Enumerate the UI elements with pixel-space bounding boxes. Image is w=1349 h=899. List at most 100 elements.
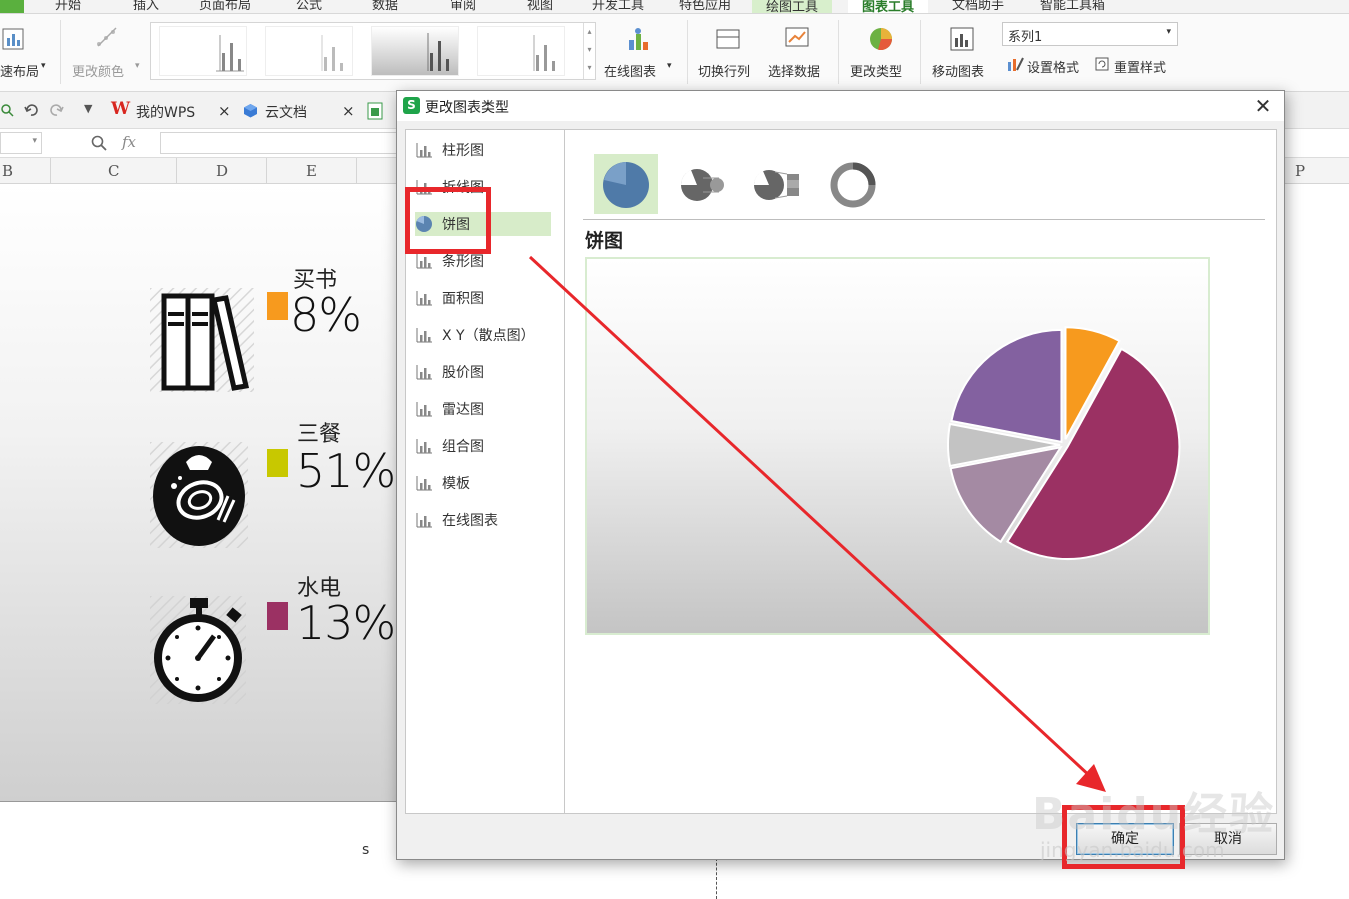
- tab-my-wps[interactable]: 我的WPS: [136, 102, 195, 122]
- chart-type-item[interactable]: X Y（散点图）: [415, 323, 551, 347]
- move-chart-button[interactable]: 移动图表: [932, 61, 984, 80]
- column-header-e[interactable]: E: [306, 162, 317, 180]
- close-button[interactable]: ✕: [1252, 95, 1274, 117]
- chart-type-item[interactable]: 在线图表: [415, 508, 551, 532]
- radar-chart-icon: [416, 402, 432, 417]
- chart-type-label: 模板: [442, 476, 470, 492]
- chevron-down-icon: ▾: [41, 61, 46, 71]
- name-box[interactable]: ▾: [0, 132, 42, 154]
- format-icon: [1008, 57, 1024, 71]
- close-icon[interactable]: ×: [218, 102, 231, 120]
- legend-swatch-books: [267, 292, 288, 320]
- formula-input[interactable]: [160, 132, 400, 154]
- chart-type-label: 条形图: [442, 254, 484, 270]
- series-select[interactable]: 系列1 ▾: [1002, 22, 1178, 46]
- ribbon-separator: [687, 20, 688, 84]
- tab-home[interactable]: 开始: [55, 0, 81, 13]
- chart-style-thumb[interactable]: [159, 26, 247, 76]
- subtype-pie[interactable]: [594, 154, 658, 214]
- combo-chart-icon: [416, 439, 432, 454]
- change-type-icon: [870, 28, 892, 51]
- infographic-chart[interactable]: 买书 8% 三餐 51% 水电 13%: [0, 184, 400, 802]
- tab-cloud-docs[interactable]: 云文档: [265, 102, 307, 122]
- redo-icon[interactable]: [50, 103, 64, 117]
- chart-style-thumb-selected[interactable]: [371, 26, 459, 76]
- close-icon[interactable]: ×: [342, 102, 355, 120]
- tab-review[interactable]: 审阅: [450, 0, 476, 13]
- tab-drawing-tools[interactable]: 绘图工具: [752, 0, 833, 13]
- change-type-button[interactable]: 更改类型: [850, 61, 902, 80]
- column-divider[interactable]: [50, 158, 51, 184]
- chart-type-label: X Y（散点图）: [442, 328, 535, 344]
- preview-title: 饼图: [585, 230, 624, 252]
- spreadsheet-file-icon: [367, 102, 383, 120]
- subtype-pie-of-bar[interactable]: [745, 154, 809, 214]
- area-chart-icon: [416, 291, 432, 306]
- quick-layout-button[interactable]: 速布局: [0, 61, 39, 80]
- chart-type-item[interactable]: 雷达图: [415, 397, 551, 421]
- tab-view[interactable]: 视图: [527, 0, 553, 13]
- dialog-title-bar[interactable]: S 更改图表类型 ✕: [397, 91, 1284, 121]
- tab-smart-toolbox[interactable]: 智能工具箱: [1040, 0, 1105, 13]
- tab-formula[interactable]: 公式: [296, 0, 322, 13]
- chart-type-item[interactable]: 模板: [415, 471, 551, 495]
- quick-access-dropdown-icon[interactable]: ▼: [84, 102, 92, 115]
- gallery-scroll[interactable]: ▴ ▾ ▾: [583, 23, 595, 79]
- ribbon-separator: [60, 20, 61, 84]
- percent-meals: 51%: [296, 444, 396, 498]
- tab-page-layout[interactable]: 页面布局: [199, 0, 251, 13]
- legend-swatch-meals: [267, 449, 288, 477]
- reset-style-icon: [1095, 57, 1109, 71]
- move-chart-icon: [950, 27, 974, 51]
- wps-spreadsheet-icon: S: [403, 97, 420, 114]
- subtype-exploded-pie[interactable]: [669, 154, 733, 214]
- select-data-button[interactable]: 选择数据: [768, 61, 820, 80]
- tab-features[interactable]: 特色应用: [679, 0, 731, 13]
- ribbon-separator: [920, 20, 921, 84]
- online-chart-icon: [629, 28, 648, 50]
- chart-type-label: 面积图: [442, 291, 484, 307]
- tab-chart-tools[interactable]: 图表工具: [848, 0, 929, 13]
- chart-type-item[interactable]: 组合图: [415, 434, 551, 458]
- tab-data[interactable]: 数据: [372, 0, 398, 13]
- online-chart-button[interactable]: 在线图表: [604, 61, 656, 80]
- wps-logo-icon: W: [111, 99, 131, 119]
- format-button[interactable]: 设置格式: [1027, 57, 1079, 76]
- chart-style-thumb[interactable]: [477, 26, 565, 76]
- column-header-b[interactable]: B: [2, 162, 13, 180]
- change-color-button[interactable]: 更改颜色: [72, 61, 124, 80]
- reset-style-button[interactable]: 重置样式: [1114, 57, 1166, 76]
- chart-type-item[interactable]: 股价图: [415, 360, 551, 384]
- change-color-icon: [97, 27, 117, 47]
- template-icon: [416, 476, 432, 491]
- stopwatch-icon: [150, 596, 246, 704]
- percent-books: 8%: [290, 288, 362, 342]
- page-break-line: [716, 858, 717, 899]
- tab-doc-assistant[interactable]: 文档助手: [952, 0, 1004, 13]
- chart-type-label: 组合图: [442, 439, 484, 455]
- tab-developer[interactable]: 开发工具: [592, 0, 644, 13]
- column-divider[interactable]: [266, 158, 267, 184]
- function-button[interactable]: fx: [122, 133, 136, 151]
- chart-type-label: 柱形图: [442, 143, 484, 159]
- undo-icon[interactable]: [24, 103, 38, 117]
- change-chart-type-dialog: S 更改图表类型 ✕ 柱形图 折线图 饼图 条形图 面积图 X Y（散点图） 股价图 雷达图组…: [396, 90, 1285, 860]
- preview-icon[interactable]: [0, 102, 14, 118]
- stock-chart-icon: [416, 365, 432, 380]
- column-header-c[interactable]: C: [108, 162, 119, 180]
- column-divider[interactable]: [176, 158, 177, 184]
- chart-style-thumb[interactable]: [265, 26, 353, 76]
- chart-type-item[interactable]: 柱形图: [415, 138, 551, 162]
- zoom-icon[interactable]: [91, 135, 107, 151]
- quick-layout-icon[interactable]: [2, 28, 24, 50]
- column-header-d[interactable]: D: [216, 162, 228, 180]
- switch-rowcol-button[interactable]: 切换行列: [698, 61, 750, 80]
- column-header-p[interactable]: P: [1295, 162, 1305, 180]
- pie-chart: [947, 326, 1181, 561]
- column-divider[interactable]: [356, 158, 357, 184]
- app-menu-button[interactable]: [0, 0, 24, 13]
- chart-type-item[interactable]: 面积图: [415, 286, 551, 310]
- subtype-doughnut[interactable]: [821, 154, 885, 214]
- ribbon-separator: [838, 20, 839, 84]
- tab-insert[interactable]: 插入: [133, 0, 159, 13]
